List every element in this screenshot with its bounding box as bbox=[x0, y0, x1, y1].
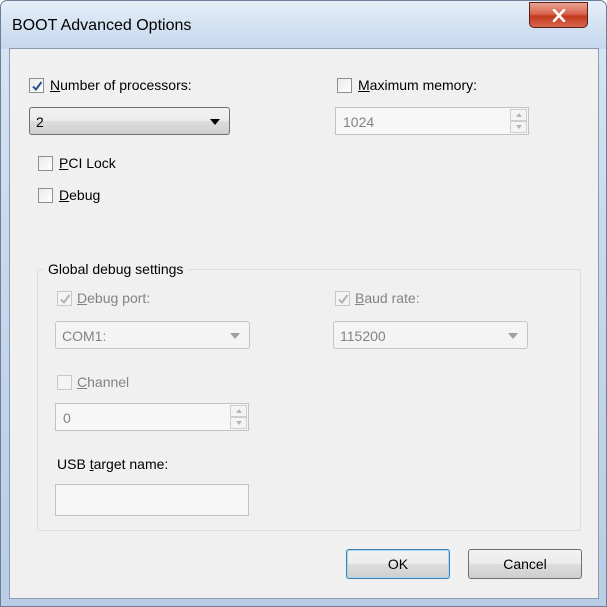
max-memory-label[interactable]: Maximum memory: bbox=[358, 77, 477, 93]
channel-spinner[interactable] bbox=[230, 405, 247, 429]
dialog-window: BOOT Advanced Options Number of processo… bbox=[0, 0, 607, 607]
dialog-client-area: Number of processors: 2 Maximum memory: … bbox=[9, 48, 599, 599]
processors-combo[interactable]: 2 bbox=[29, 107, 230, 135]
usb-target-input[interactable] bbox=[55, 484, 249, 516]
processors-combo-value: 2 bbox=[36, 114, 44, 130]
processors-checkbox[interactable] bbox=[29, 78, 44, 93]
spin-down-icon[interactable] bbox=[510, 121, 527, 133]
channel-label[interactable]: Channel bbox=[77, 374, 129, 390]
max-memory-checkbox[interactable] bbox=[337, 78, 352, 93]
max-memory-spinner[interactable] bbox=[510, 109, 527, 133]
spin-up-icon[interactable] bbox=[510, 109, 527, 121]
debug-checkbox[interactable] bbox=[38, 188, 53, 203]
close-button[interactable] bbox=[529, 2, 588, 28]
chevron-down-icon bbox=[210, 119, 220, 125]
debug-port-label[interactable]: Debug port: bbox=[77, 290, 150, 306]
global-debug-title: Global debug settings bbox=[43, 261, 189, 277]
baud-rate-checkbox[interactable] bbox=[335, 291, 350, 306]
window-title: BOOT Advanced Options bbox=[12, 17, 192, 34]
chevron-down-icon bbox=[230, 333, 240, 339]
checkmark-icon bbox=[59, 293, 70, 304]
processors-label[interactable]: Number of processors: bbox=[50, 77, 192, 93]
channel-input[interactable]: 0 bbox=[55, 403, 249, 431]
channel-checkbox[interactable] bbox=[57, 375, 72, 390]
debug-port-checkbox[interactable] bbox=[57, 291, 72, 306]
baud-rate-combo[interactable]: 115200 bbox=[333, 321, 528, 349]
usb-target-label: USB target name: bbox=[57, 456, 169, 472]
spin-up-icon[interactable] bbox=[230, 405, 247, 417]
cancel-button[interactable]: Cancel bbox=[468, 549, 582, 579]
baud-rate-label[interactable]: Baud rate: bbox=[355, 290, 420, 306]
ok-button[interactable]: OK bbox=[346, 549, 450, 579]
chevron-down-icon bbox=[508, 333, 518, 339]
checkmark-icon bbox=[337, 293, 348, 304]
checkmark-icon bbox=[31, 80, 42, 91]
title-bar[interactable]: BOOT Advanced Options bbox=[1, 1, 606, 49]
close-icon bbox=[552, 8, 565, 22]
pci-lock-checkbox[interactable] bbox=[38, 156, 53, 171]
debug-label[interactable]: Debug bbox=[59, 187, 100, 203]
debug-port-combo[interactable]: COM1: bbox=[55, 321, 250, 349]
max-memory-input[interactable]: 1024 bbox=[335, 107, 529, 135]
pci-lock-label[interactable]: PCI Lock bbox=[59, 155, 116, 171]
spin-down-icon[interactable] bbox=[230, 417, 247, 429]
